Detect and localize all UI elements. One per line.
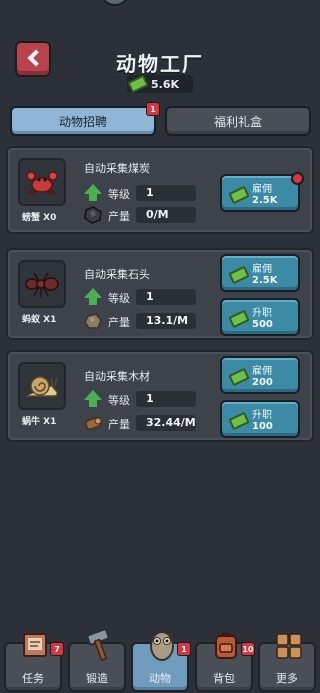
- bottom-nav: 7 任务 锻造 1 动物 10 背包 更多: [0, 628, 320, 693]
- snail-icon: [26, 376, 58, 397]
- animal-quantity: X1: [43, 417, 57, 427]
- nav-badge: 10: [241, 642, 255, 656]
- nav-forge[interactable]: 锻造: [68, 628, 126, 692]
- level-value: 1: [146, 186, 154, 199]
- cash-icon: [228, 185, 250, 205]
- nav-label: 动物: [149, 672, 171, 685]
- tab-badge: 1: [146, 102, 160, 116]
- owl-icon: [150, 631, 174, 661]
- hire-label: 雇佣: [252, 264, 272, 275]
- level-up-arrow-icon: [84, 390, 102, 408]
- level-bar: [136, 391, 196, 407]
- nav-label: 背包: [213, 672, 235, 685]
- animal-count: 蜗牛 X1: [22, 414, 56, 427]
- hire-cost: 200: [252, 377, 273, 388]
- hire-cost: 2.5K: [252, 195, 278, 206]
- hire-button[interactable]: 雇佣 200: [220, 356, 300, 394]
- task-board-icon: [23, 633, 47, 657]
- task-title: 自动采集煤炭: [84, 162, 150, 175]
- crab-icon: [26, 171, 58, 196]
- tab-gift-box[interactable]: 福利礼盒: [165, 106, 311, 136]
- output-label: 产量: [108, 418, 130, 431]
- promote-cost: 500: [252, 319, 273, 330]
- promote-label: 升职: [252, 410, 272, 421]
- animal-name: 螃蟹: [22, 213, 41, 223]
- cash-icon: [127, 74, 149, 94]
- nav-backpack[interactable]: 10 背包: [195, 632, 255, 692]
- animal-quantity: X1: [43, 315, 57, 325]
- animal-card-ant: 蚂蚁 X1 自动采集石头 等级 1 产量 13.1/M 雇佣 2.5K 升职 5…: [6, 248, 314, 340]
- snail-portrait: [18, 362, 66, 410]
- coal-icon: [84, 206, 102, 224]
- level-value: 1: [146, 290, 154, 303]
- nav-tasks[interactable]: 7 任务: [4, 633, 64, 692]
- cash-icon: [228, 367, 250, 387]
- task-title: 自动采集木材: [84, 370, 150, 383]
- nav-more[interactable]: 更多: [258, 633, 316, 692]
- backpack-icon: [215, 632, 237, 659]
- animal-card-snail: 蜗牛 X1 自动采集木材 等级 1 产量 32.44/M 雇佣 200 升职 1…: [6, 350, 314, 442]
- output-value: 0/M: [146, 208, 169, 221]
- hire-button[interactable]: 雇佣 2.5K: [220, 172, 304, 212]
- nav-badge: 7: [50, 642, 64, 656]
- level-row: 等级 1: [80, 288, 196, 306]
- tab-bar: 动物招聘 1 福利礼盒: [10, 102, 311, 136]
- promote-button[interactable]: 升职 100: [220, 400, 300, 438]
- currency-amount: 5.6K: [151, 77, 180, 91]
- cash-icon: [228, 411, 250, 431]
- page-title: 动物工厂: [116, 52, 204, 76]
- tab-label: 福利礼盒: [213, 114, 262, 129]
- task-title: 自动采集石头: [84, 268, 150, 281]
- output-row: 产量 32.44/M: [80, 414, 196, 432]
- cash-icon: [228, 265, 250, 285]
- animal-card-crab: 螃蟹 X0 自动采集煤炭 等级 1 产量 0/M 雇佣 2.5K: [6, 146, 314, 234]
- output-value: 32.44/M: [146, 416, 196, 429]
- level-up-arrow-icon: [84, 288, 102, 306]
- level-label: 等级: [108, 394, 130, 407]
- level-up-arrow-icon: [84, 184, 102, 202]
- ant-portrait: [18, 260, 66, 308]
- level-bar: [136, 185, 196, 201]
- animal-name: 蜗牛: [22, 417, 41, 427]
- output-label: 产量: [108, 316, 130, 329]
- animal-count: 蚂蚁 X1: [22, 312, 56, 325]
- output-value: 13.1/M: [146, 314, 189, 327]
- more-grid-icon: [276, 633, 302, 659]
- nav-animals[interactable]: 1 动物: [131, 631, 191, 692]
- nav-label: 更多: [276, 672, 298, 685]
- header: 动物工厂 5.6K: [0, 0, 320, 100]
- level-value: 1: [146, 392, 154, 405]
- currency-display: 5.6K: [127, 74, 193, 94]
- hire-label: 雇佣: [252, 184, 272, 195]
- promote-label: 升职: [252, 308, 272, 319]
- output-row: 产量 13.1/M: [80, 312, 196, 330]
- animal-count: 螃蟹 X0: [22, 210, 56, 223]
- level-row: 等级 1: [80, 390, 196, 408]
- level-row: 等级 1: [80, 184, 196, 202]
- hire-label: 雇佣: [252, 366, 272, 377]
- hire-cost: 2.5K: [252, 275, 278, 286]
- animal-quantity: X0: [43, 213, 57, 223]
- animal-name: 蚂蚁: [22, 315, 41, 325]
- level-bar: [136, 289, 196, 305]
- output-row: 产量 0/M: [80, 206, 196, 224]
- notification-dot: [291, 172, 304, 185]
- stone-icon: [84, 313, 102, 329]
- hammer-icon: [86, 628, 110, 662]
- nav-badge: 1: [177, 642, 191, 656]
- ant-icon: [25, 272, 59, 297]
- nav-label: 锻造: [86, 672, 108, 685]
- nav-label: 任务: [22, 672, 44, 685]
- output-label: 产量: [108, 210, 130, 223]
- tab-label: 动物招聘: [58, 114, 107, 129]
- cash-icon: [228, 309, 250, 329]
- wood-icon: [85, 416, 102, 430]
- promote-button[interactable]: 升职 500: [220, 298, 300, 336]
- promote-cost: 100: [252, 421, 273, 432]
- tab-animal-recruit[interactable]: 动物招聘 1: [10, 102, 160, 136]
- hire-button[interactable]: 雇佣 2.5K: [220, 254, 300, 292]
- level-label: 等级: [108, 188, 130, 201]
- level-label: 等级: [108, 292, 130, 305]
- crab-portrait: [18, 158, 66, 206]
